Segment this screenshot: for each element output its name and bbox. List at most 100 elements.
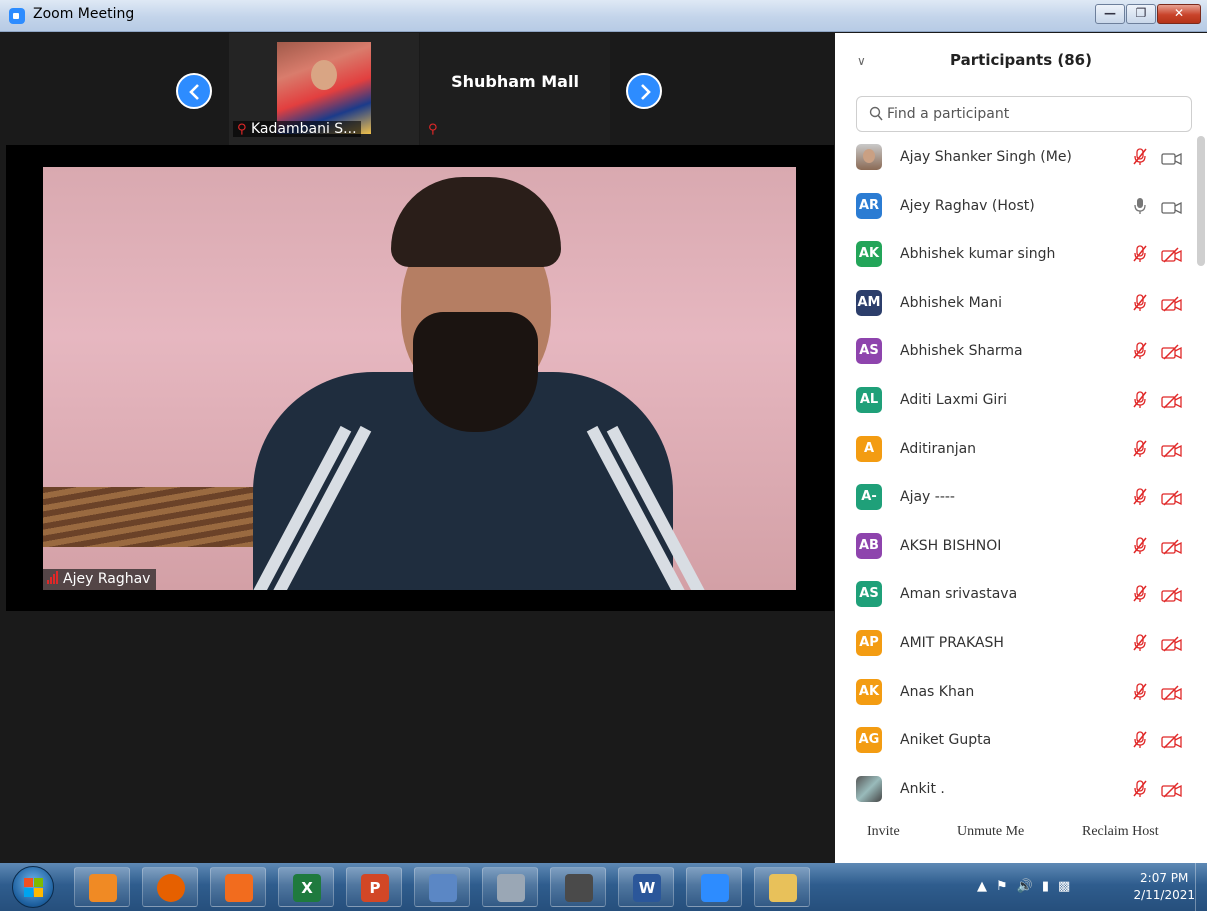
restore-icon: ❐: [1135, 6, 1147, 20]
reclaim-host-button[interactable]: Reclaim Host: [1082, 819, 1159, 845]
powerpoint-icon: P: [361, 874, 389, 902]
taskbar-app-button[interactable]: [482, 867, 538, 907]
taskbar-app-button[interactable]: [74, 867, 130, 907]
participant-row[interactable]: AK Anas Khan: [835, 671, 1195, 720]
gallery-strip: ⚲ Kadambani S... Shubham Mall ⚲: [6, 33, 834, 145]
participant-avatar: AG: [856, 727, 882, 754]
video-off-icon: [1161, 782, 1182, 798]
restore-button[interactable]: ❐: [1126, 4, 1156, 24]
minimize-button[interactable]: —: [1095, 4, 1125, 24]
participant-row[interactable]: AK Abhishek kumar singh: [835, 233, 1195, 282]
participant-row[interactable]: AG Aniket Gupta: [835, 719, 1195, 768]
participant-row[interactable]: AS Aman srivastava: [835, 573, 1195, 622]
participant-name: Aniket Gupta: [900, 732, 992, 749]
participant-list: Ajay Shanker Singh (Me) AR Ajey Raghav (Ho…: [835, 136, 1195, 816]
participant-row[interactable]: A Aditiranjan: [835, 428, 1195, 477]
invite-button[interactable]: Invite: [867, 819, 900, 845]
mic-muted-icon: [1133, 488, 1147, 506]
participant-row[interactable]: Ajay Shanker Singh (Me): [835, 136, 1195, 185]
mic-muted-icon: [1133, 245, 1147, 263]
clock[interactable]: 2:07 PM 2/11/2021: [1133, 870, 1195, 904]
participant-name: Abhishek kumar singh: [900, 246, 1056, 263]
taskbar-app-button[interactable]: [686, 867, 742, 907]
participant-avatar: A: [856, 435, 882, 462]
window-title: Zoom Meeting: [33, 6, 135, 22]
start-button[interactable]: [12, 866, 54, 908]
taskbar-app-button[interactable]: [414, 867, 470, 907]
participant-avatar: AS: [856, 338, 882, 365]
video-off-icon: [1161, 393, 1182, 409]
mic-muted-icon: [1133, 294, 1147, 311]
unmute-me-button[interactable]: Unmute Me: [957, 819, 1024, 845]
list-scrollbar[interactable]: [1197, 136, 1205, 266]
participants-title: Participants (86): [950, 51, 1092, 69]
close-button[interactable]: ✕: [1157, 4, 1201, 24]
video-tile-shubham[interactable]: Shubham Mall ⚲: [420, 33, 610, 145]
video-off-icon: [1161, 490, 1182, 506]
speaker-name-label: Ajey Raghav: [43, 569, 157, 590]
participant-avatar: AM: [856, 289, 882, 316]
participant-row[interactable]: AM Abhishek Mani: [835, 282, 1195, 331]
video-off-icon: [1161, 296, 1182, 312]
video-off-icon: [1161, 587, 1182, 603]
zoom-icon: [701, 874, 729, 902]
tray-icons[interactable]: ▲⚑🔊▮▩: [977, 879, 1079, 894]
speaker-name: Ajey Raghav: [63, 571, 151, 587]
participant-avatar: AR: [856, 192, 882, 219]
participant-avatar: AK: [856, 678, 882, 705]
participant-search: [856, 96, 1192, 132]
participant-name: Ajay Shanker Singh (Me): [900, 149, 1072, 165]
show-desktop-button[interactable]: [1195, 863, 1207, 911]
search-input[interactable]: [887, 104, 1177, 124]
prev-page-button[interactable]: [176, 73, 212, 109]
taskbar-app-button[interactable]: [210, 867, 266, 907]
close-icon: ✕: [1173, 6, 1185, 20]
active-speaker-area: Ajey Raghav: [6, 145, 834, 611]
participant-avatar: A-: [856, 484, 882, 511]
video-player-icon: [89, 874, 117, 902]
participant-row[interactable]: Ankit .: [835, 768, 1195, 817]
video-icon: [1161, 201, 1182, 214]
taskbar-app-button[interactable]: P: [346, 867, 402, 907]
mic-muted-icon: [1133, 439, 1147, 457]
participant-name: AMIT PRAKASH: [900, 634, 1004, 651]
mic-muted-icon: [1133, 342, 1147, 360]
mic-icon: [1134, 197, 1146, 214]
participant-avatar: AS: [856, 581, 882, 608]
avast-icon: [225, 874, 253, 902]
participant-name: Aditi Laxmi Giri: [900, 391, 1007, 408]
minimize-icon: —: [1104, 6, 1116, 20]
mic-muted-icon: [1133, 780, 1147, 797]
taskbar-app-button[interactable]: X: [278, 867, 334, 907]
video-icon: [1161, 152, 1182, 166]
participant-row[interactable]: AB AKSH BISHNOI: [835, 525, 1195, 574]
notebook-icon: [429, 874, 457, 902]
participant-name: Abhishek Sharma: [900, 343, 1023, 360]
participants-footer: Invite Unmute Me Reclaim Host: [835, 813, 1207, 853]
mic-muted-icon: [1133, 585, 1147, 603]
participant-row[interactable]: AL Aditi Laxmi Giri: [835, 379, 1195, 428]
participant-row[interactable]: AR Ajey Raghav (Host): [835, 185, 1195, 234]
participant-row[interactable]: AS Abhishek Sharma: [835, 330, 1195, 379]
active-speaker-video: [43, 167, 796, 590]
video-tile-kadambani[interactable]: ⚲ Kadambani S...: [229, 33, 419, 145]
taskbar-app-button[interactable]: W: [618, 867, 674, 907]
next-page-button[interactable]: [626, 73, 662, 109]
video-off-icon: [1161, 344, 1182, 360]
video-off-icon: [1161, 733, 1182, 749]
video-off-icon: [1161, 539, 1182, 555]
taskbar-app-button[interactable]: [754, 867, 810, 907]
participant-name: Ajey Raghav (Host): [900, 197, 1035, 214]
participant-row[interactable]: A- Ajay ----: [835, 476, 1195, 525]
meeting-stage: ⚲ Kadambani S... Shubham Mall ⚲ Ajey Rag…: [6, 33, 834, 863]
participant-row[interactable]: AP AMIT PRAKASH: [835, 622, 1195, 671]
participant-avatar: AP: [856, 629, 882, 656]
participant-name: Ankit .: [900, 780, 945, 797]
participant-name: Aman srivastava: [900, 586, 1018, 603]
excel-icon: X: [293, 874, 321, 902]
participants-panel: ∨ Participants (86) Ajay Shanker Singh (…: [835, 33, 1207, 863]
participant-name: Ajay ----: [900, 489, 955, 506]
taskbar-app-button[interactable]: [550, 867, 606, 907]
folder-icon: [769, 874, 797, 902]
taskbar-app-button[interactable]: [142, 867, 198, 907]
